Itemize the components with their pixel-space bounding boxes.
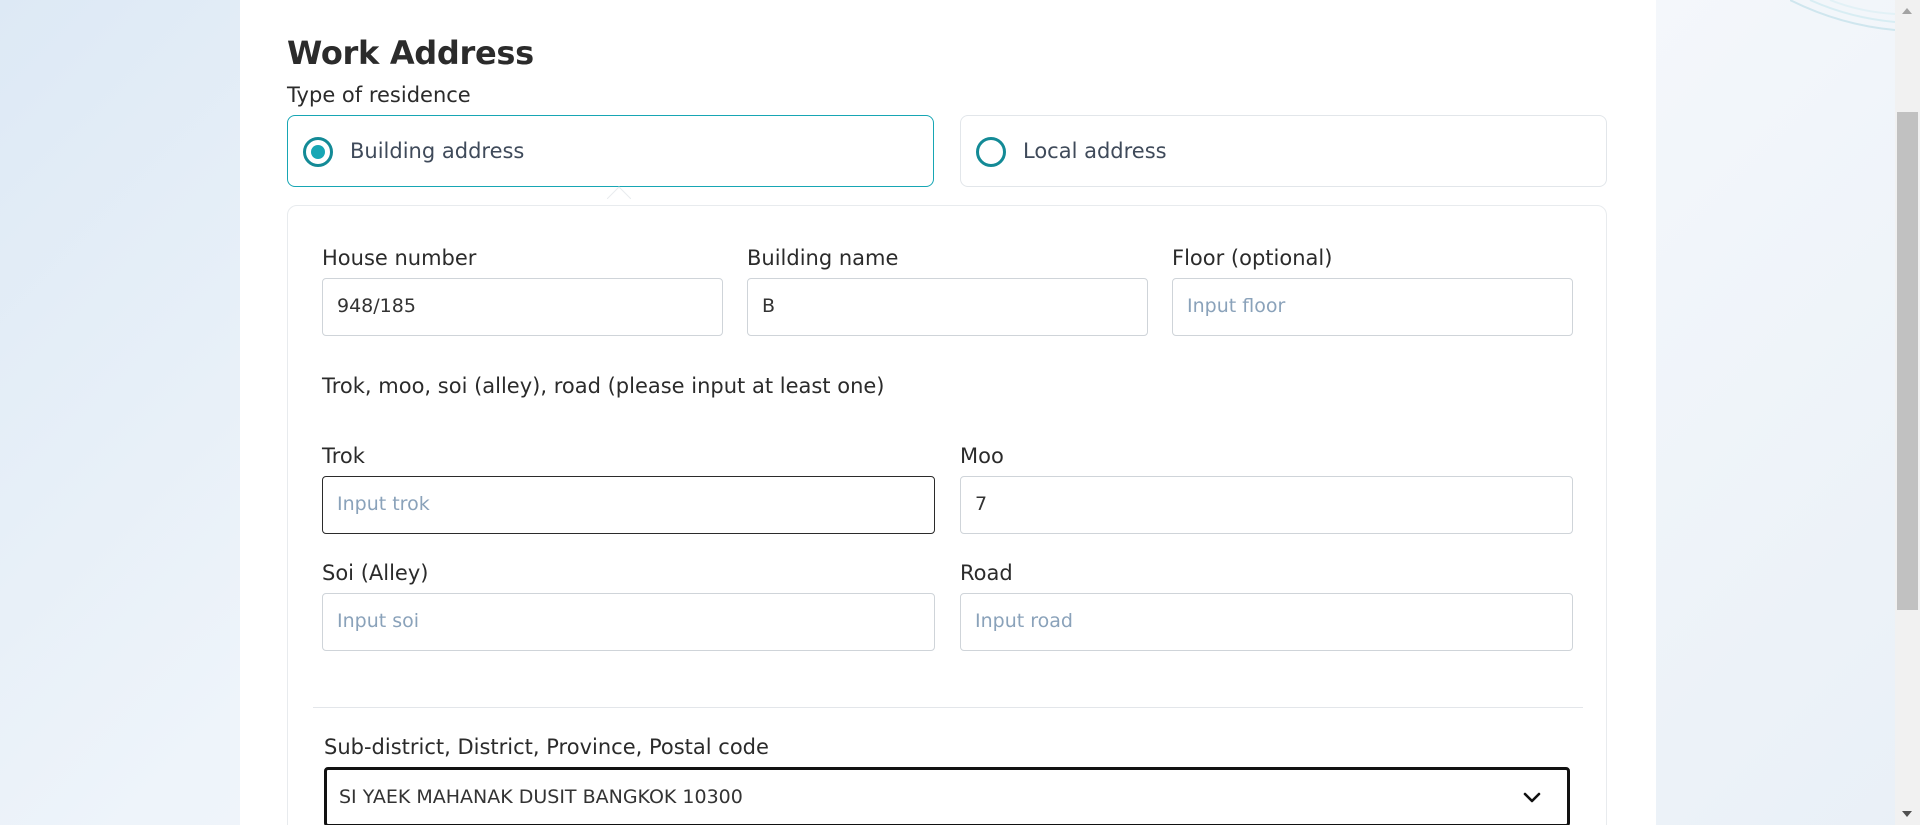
page-title: Work Address: [287, 34, 534, 72]
road-label: Road: [960, 561, 1013, 585]
floor-label: Floor (optional): [1172, 246, 1333, 270]
building-name-value: B: [762, 295, 776, 317]
page-card: Work Address Type of residence Building …: [240, 0, 1656, 825]
floor-placeholder: Input floor: [1187, 295, 1286, 317]
selection-pointer: [607, 186, 631, 199]
chevron-down-icon: [1523, 792, 1541, 803]
location-label: Sub-district, District, Province, Postal…: [324, 735, 769, 759]
road-input[interactable]: Input road: [960, 593, 1573, 651]
soi-input[interactable]: Input soi: [322, 593, 935, 651]
moo-label: Moo: [960, 444, 1004, 468]
decorative-arc: [1100, 0, 1560, 10]
building-address-option[interactable]: Building address: [287, 115, 934, 187]
scroll-up-icon[interactable]: [1902, 8, 1912, 14]
location-select[interactable]: SI YAEK MAHANAK DUSIT BANGKOK 10300: [324, 767, 1570, 825]
scroll-down-icon[interactable]: [1902, 811, 1912, 817]
page-scrollbar[interactable]: [1895, 0, 1920, 825]
scroll-thumb[interactable]: [1897, 112, 1918, 610]
moo-input[interactable]: 7: [960, 476, 1573, 534]
floor-input[interactable]: Input floor: [1172, 278, 1573, 336]
building-address-label: Building address: [350, 139, 525, 163]
location-selected-value: SI YAEK MAHANAK DUSIT BANGKOK 10300: [339, 786, 743, 808]
local-address-label: Local address: [1023, 139, 1167, 163]
radio-checked-icon: [303, 137, 333, 167]
building-address-form: House number 948/185 Building name B Flo…: [287, 205, 1607, 825]
building-name-label: Building name: [747, 246, 899, 270]
soi-label: Soi (Alley): [322, 561, 429, 585]
road-placeholder: Input road: [975, 610, 1073, 632]
divider: [313, 707, 1583, 708]
road-section-note: Trok, moo, soi (alley), road (please inp…: [322, 374, 885, 398]
radio-unchecked-icon: [976, 137, 1006, 167]
moo-value: 7: [975, 493, 988, 515]
trok-input[interactable]: Input trok: [322, 476, 935, 534]
soi-placeholder: Input soi: [337, 610, 420, 632]
house-number-input[interactable]: 948/185: [322, 278, 723, 336]
house-number-label: House number: [322, 246, 477, 270]
trok-label: Trok: [322, 444, 365, 468]
house-number-value: 948/185: [337, 295, 416, 317]
decorative-corner-lines: [1790, 0, 1895, 31]
local-address-option[interactable]: Local address: [960, 115, 1607, 187]
building-name-input[interactable]: B: [747, 278, 1148, 336]
trok-placeholder: Input trok: [337, 493, 430, 515]
residence-type-label: Type of residence: [287, 83, 471, 107]
